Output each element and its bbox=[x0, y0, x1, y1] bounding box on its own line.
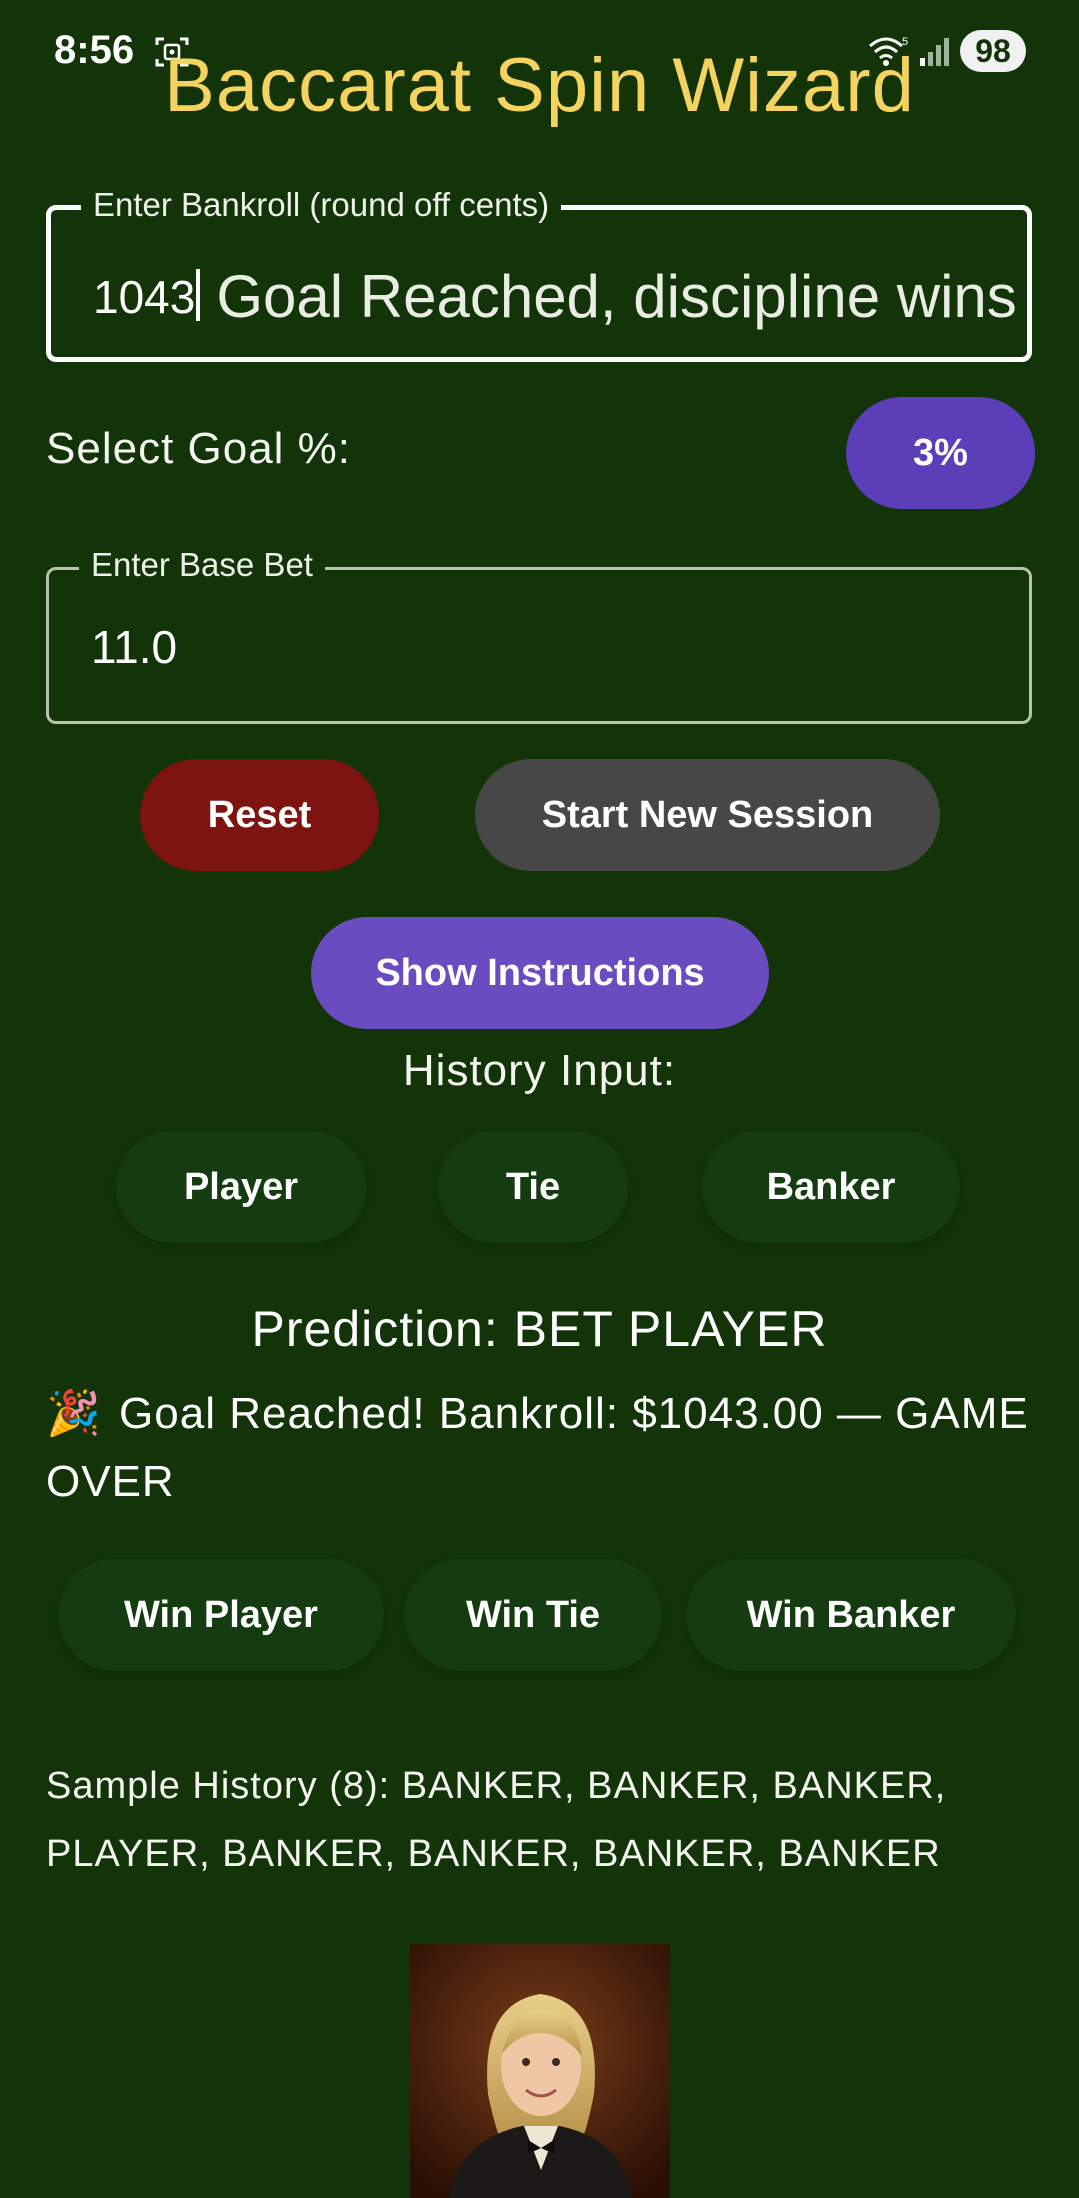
base-bet-value: 11.0 bbox=[91, 621, 178, 673]
bankroll-value: 1043 bbox=[93, 271, 196, 323]
goal-reached-text: Goal Reached! Bankroll: $1043.00 — GAME … bbox=[46, 1389, 1029, 1506]
history-tie-button[interactable]: Tie bbox=[438, 1131, 628, 1243]
goal-reached-message: 🎉 Goal Reached! Bankroll: $1043.00 — GAM… bbox=[46, 1380, 1036, 1516]
bankroll-value-row: 1043 Goal Reached, discipline wins bbox=[93, 262, 1017, 331]
sample-history-text: Sample History (8): BANKER, BANKER, BANK… bbox=[46, 1765, 947, 1875]
text-caret bbox=[196, 269, 201, 321]
win-player-button[interactable]: Win Player bbox=[58, 1559, 384, 1671]
goal-label: Select Goal %: bbox=[46, 424, 352, 473]
show-instructions-button[interactable]: Show Instructions bbox=[311, 917, 769, 1029]
history-input-label: History Input: bbox=[402, 1046, 677, 1095]
history-banker-button[interactable]: Banker bbox=[702, 1131, 960, 1243]
bankroll-label: Enter Bankroll (round off cents) bbox=[81, 186, 562, 224]
reset-button[interactable]: Reset bbox=[140, 759, 379, 871]
start-new-session-button[interactable]: Start New Session bbox=[475, 759, 940, 871]
bankroll-input[interactable]: 1043 Goal Reached, discipline wins Enter … bbox=[46, 186, 1032, 362]
history-player-button[interactable]: Player bbox=[116, 1131, 366, 1243]
app-title: Baccarat Spin Wizard bbox=[164, 43, 915, 128]
base-bet-label: Enter Base Bet bbox=[79, 546, 325, 584]
base-bet-input[interactable]: Enter Base Bet 11.0 bbox=[46, 546, 1032, 724]
win-tie-button[interactable]: Win Tie bbox=[404, 1559, 662, 1671]
dealer-portrait-image bbox=[410, 1944, 670, 2198]
win-banker-button[interactable]: Win Banker bbox=[686, 1559, 1016, 1671]
goal-reached-overlay: Goal Reached, discipline wins bbox=[216, 263, 1017, 330]
prediction-text: Prediction: BET PLAYER bbox=[251, 1301, 828, 1357]
goal-percent-button[interactable]: 3% bbox=[846, 397, 1035, 509]
party-popper-icon: 🎉 bbox=[46, 1389, 102, 1438]
